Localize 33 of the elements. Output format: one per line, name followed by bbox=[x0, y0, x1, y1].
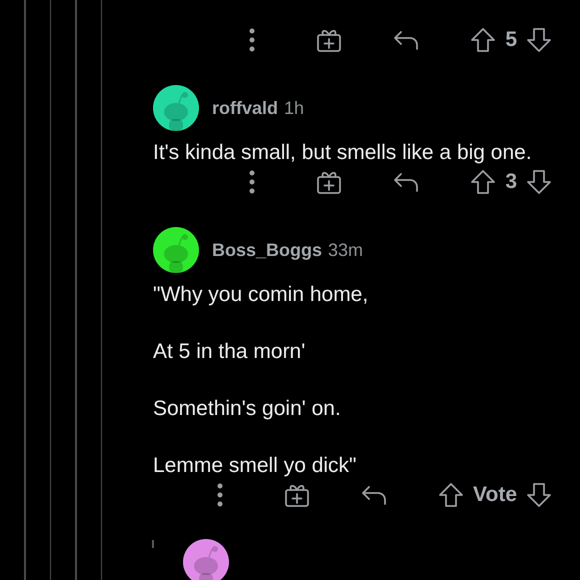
vote-count: 5 bbox=[505, 28, 517, 52]
more-icon bbox=[217, 483, 224, 507]
downvote-icon bbox=[526, 482, 552, 508]
upvote-button[interactable] bbox=[437, 480, 466, 510]
gift-icon bbox=[284, 482, 310, 508]
gift-icon bbox=[316, 27, 342, 53]
username-link[interactable]: Boss_Boggs bbox=[212, 240, 322, 260]
more-icon bbox=[249, 170, 256, 194]
upvote-icon bbox=[470, 27, 496, 53]
reply-icon bbox=[393, 29, 420, 51]
upvote-icon bbox=[438, 482, 464, 508]
timestamp: 33m bbox=[328, 240, 364, 260]
downvote-icon bbox=[526, 27, 552, 53]
timestamp: 1h bbox=[284, 98, 304, 118]
comment-text: "Why you comin home, bbox=[153, 282, 370, 308]
reply-icon bbox=[393, 171, 420, 193]
downvote-button[interactable] bbox=[525, 480, 553, 510]
upvote-button[interactable] bbox=[469, 25, 498, 55]
downvote-icon bbox=[526, 169, 552, 195]
comment-text: Somethin's goin' on. bbox=[153, 396, 342, 422]
comment-text: At 5 in tha morn' bbox=[153, 339, 306, 365]
gift-icon bbox=[316, 169, 342, 195]
username-link[interactable]: roffvald bbox=[212, 98, 278, 118]
upvote-icon bbox=[470, 169, 496, 195]
more-icon bbox=[249, 28, 256, 52]
comment-text: It's kinda small, but smells like a big one. bbox=[153, 140, 533, 166]
downvote-button[interactable] bbox=[525, 25, 553, 55]
comment-text: Lemme smell yo dick" bbox=[153, 453, 358, 479]
vote-count: 3 bbox=[505, 170, 517, 194]
vote-count: Vote bbox=[473, 483, 517, 507]
upvote-button[interactable] bbox=[469, 167, 498, 197]
downvote-button[interactable] bbox=[525, 167, 553, 197]
reply-icon bbox=[361, 484, 388, 506]
